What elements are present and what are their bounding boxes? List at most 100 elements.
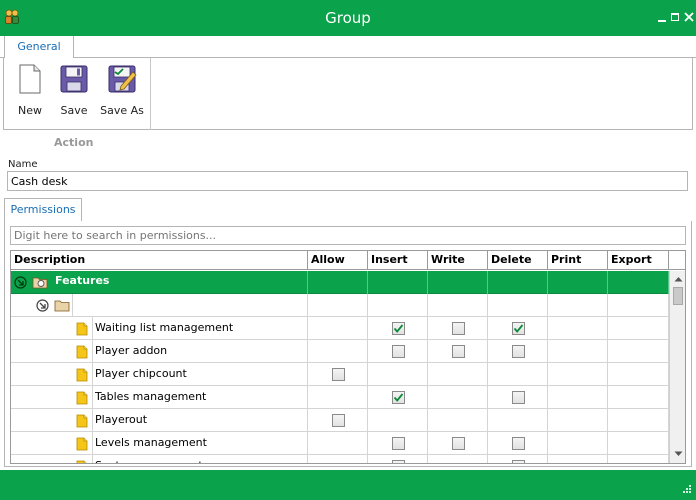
column-header-allow[interactable]: Allow	[308, 251, 368, 270]
table-row[interactable]	[11, 294, 669, 317]
permission-cell-insert[interactable]	[368, 317, 428, 340]
permission-cell-insert[interactable]	[368, 432, 428, 455]
name-field[interactable]	[7, 171, 688, 191]
tab-permissions[interactable]: Permissions	[4, 198, 82, 222]
permission-cell-allow[interactable]	[308, 340, 368, 363]
table-row[interactable]: Tables management	[11, 386, 669, 409]
permission-cell-export[interactable]	[608, 455, 669, 463]
permission-cell-export[interactable]	[608, 432, 669, 455]
permission-cell-insert[interactable]	[368, 294, 428, 317]
permission-cell-allow[interactable]	[308, 317, 368, 340]
resize-grip-icon[interactable]	[680, 484, 692, 496]
checkbox-insert[interactable]	[392, 345, 405, 358]
scroll-up-arrow-icon[interactable]	[674, 276, 683, 282]
permission-cell-delete[interactable]	[488, 455, 548, 463]
permission-cell-write[interactable]	[428, 409, 488, 432]
checkbox-write[interactable]	[452, 345, 465, 358]
column-header-print[interactable]: Print	[548, 251, 608, 270]
permission-cell-write[interactable]	[428, 432, 488, 455]
permission-cell-delete[interactable]	[488, 294, 548, 317]
grid-vertical-scrollbar[interactable]	[669, 271, 685, 463]
permission-cell-print[interactable]	[548, 317, 608, 340]
permission-cell-delete[interactable]	[488, 386, 548, 409]
permission-cell-write[interactable]	[428, 455, 488, 463]
permission-cell-allow[interactable]	[308, 409, 368, 432]
permission-cell-write[interactable]	[428, 271, 488, 294]
tab-general[interactable]: General	[4, 36, 74, 59]
permission-cell-print[interactable]	[548, 409, 608, 432]
close-icon[interactable]	[683, 10, 695, 24]
checkbox-allow[interactable]	[332, 368, 345, 381]
permission-cell-allow[interactable]	[308, 363, 368, 386]
permission-cell-allow[interactable]	[308, 294, 368, 317]
permission-cell-print[interactable]	[548, 271, 608, 294]
checkbox-write[interactable]	[452, 322, 465, 335]
permission-cell-delete[interactable]	[488, 271, 548, 294]
permission-cell-insert[interactable]	[368, 340, 428, 363]
permission-cell-write[interactable]	[428, 340, 488, 363]
checkbox-delete[interactable]	[512, 460, 525, 463]
permission-cell-write[interactable]	[428, 363, 488, 386]
table-row[interactable]: Levels management	[11, 432, 669, 455]
permission-cell-export[interactable]	[608, 317, 669, 340]
table-row[interactable]: Waiting list management	[11, 317, 669, 340]
table-row[interactable]: Player addon	[11, 340, 669, 363]
table-row[interactable]: Seats management	[11, 455, 669, 463]
collapse-toggle-icon[interactable]	[36, 299, 49, 312]
table-row[interactable]: Playerout	[11, 409, 669, 432]
column-header-delete[interactable]: Delete	[488, 251, 548, 270]
checkbox-insert[interactable]	[392, 437, 405, 450]
permission-cell-print[interactable]	[548, 294, 608, 317]
permission-cell-write[interactable]	[428, 386, 488, 409]
permission-cell-delete[interactable]	[488, 432, 548, 455]
table-row[interactable]: Player chipcount	[11, 363, 669, 386]
permission-cell-delete[interactable]	[488, 409, 548, 432]
permission-cell-print[interactable]	[548, 363, 608, 386]
permission-cell-export[interactable]	[608, 409, 669, 432]
checkbox-delete[interactable]	[512, 345, 525, 358]
permission-cell-delete[interactable]	[488, 340, 548, 363]
permission-cell-write[interactable]	[428, 317, 488, 340]
permission-cell-print[interactable]	[548, 340, 608, 363]
permission-cell-print[interactable]	[548, 455, 608, 463]
column-header-insert[interactable]: Insert	[368, 251, 428, 270]
permission-cell-insert[interactable]	[368, 363, 428, 386]
permission-cell-print[interactable]	[548, 386, 608, 409]
column-header-description[interactable]: Description	[11, 251, 308, 270]
checkbox-delete[interactable]	[512, 437, 525, 450]
collapse-toggle-icon[interactable]	[14, 276, 27, 289]
permission-cell-insert[interactable]	[368, 455, 428, 463]
checkbox-allow[interactable]	[332, 414, 345, 427]
checkbox-insert[interactable]	[392, 391, 405, 404]
permission-cell-insert[interactable]	[368, 386, 428, 409]
permission-cell-insert[interactable]	[368, 409, 428, 432]
column-header-export[interactable]: Export	[608, 251, 669, 270]
permissions-search-input[interactable]	[10, 226, 686, 245]
permission-cell-allow[interactable]	[308, 271, 368, 294]
checkbox-delete[interactable]	[512, 391, 525, 404]
minimize-icon[interactable]	[656, 10, 668, 24]
save-button[interactable]: Save	[54, 62, 94, 118]
permission-cell-delete[interactable]	[488, 317, 548, 340]
checkbox-insert[interactable]	[392, 322, 405, 335]
checkbox-delete[interactable]	[512, 322, 525, 335]
permission-cell-delete[interactable]	[488, 363, 548, 386]
maximize-icon[interactable]	[669, 10, 681, 24]
save-as-button[interactable]: Save As	[96, 62, 148, 118]
permission-cell-insert[interactable]	[368, 271, 428, 294]
permission-cell-allow[interactable]	[308, 386, 368, 409]
column-header-write[interactable]: Write	[428, 251, 488, 270]
permission-cell-export[interactable]	[608, 340, 669, 363]
permission-cell-allow[interactable]	[308, 432, 368, 455]
checkbox-insert[interactable]	[392, 460, 405, 463]
scroll-down-arrow-icon[interactable]	[674, 451, 683, 457]
permission-cell-export[interactable]	[608, 363, 669, 386]
permission-cell-export[interactable]	[608, 294, 669, 317]
permission-group-row[interactable]: Features	[11, 271, 669, 294]
scrollbar-thumb[interactable]	[673, 287, 683, 305]
permission-cell-export[interactable]	[608, 271, 669, 294]
checkbox-write[interactable]	[452, 437, 465, 450]
permission-cell-allow[interactable]	[308, 455, 368, 463]
new-button[interactable]: New	[8, 62, 52, 118]
permission-cell-export[interactable]	[608, 386, 669, 409]
